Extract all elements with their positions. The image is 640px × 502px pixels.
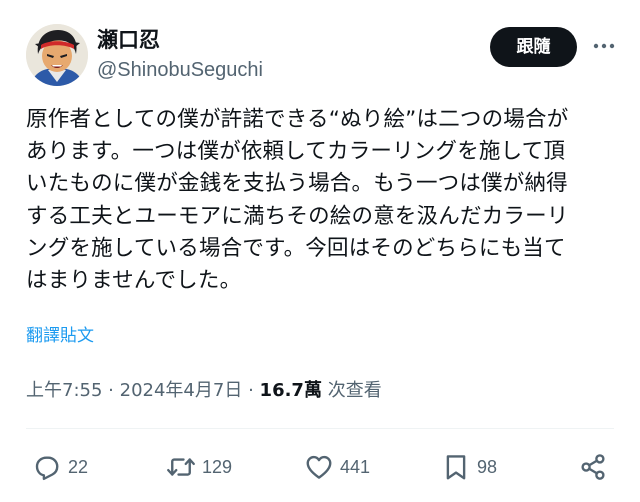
follow-button[interactable]: 跟隨: [490, 27, 577, 67]
share-icon: [581, 454, 605, 480]
meta-separator: ·: [248, 380, 254, 401]
more-horizontal-icon[interactable]: [592, 36, 616, 56]
reply-count: 22: [68, 456, 89, 477]
retweet-button[interactable]: 129: [166, 450, 232, 484]
like-count: 441: [340, 456, 371, 477]
post-date[interactable]: 2024年4月7日: [120, 380, 243, 401]
tweet-text-line: はまりませんでした。: [26, 268, 242, 294]
tweet-text-line: 原作者としての僕が許諾できる“ぬり絵”は二つの場合が: [26, 107, 569, 132]
bookmark-count: 98: [477, 456, 498, 477]
retweet-count: 129: [202, 456, 233, 477]
manga-character-avatar-icon: [26, 24, 88, 86]
divider: [26, 428, 614, 429]
tweet-text-line: する工夫とユーモアに満ちその絵の意を汲んだカラーリ: [26, 203, 569, 229]
tweet-meta: 上午7:55 · 2024年4月7日 · 16.7萬 次查看: [26, 378, 382, 404]
action-bar: 22 129 441 98: [0, 450, 640, 484]
bookmark-icon: [446, 455, 466, 480]
views-label: 次查看: [327, 380, 382, 401]
meta-separator: ·: [108, 380, 114, 401]
tweet-header: 瀬口忍 @ShinobuSeguchi 跟隨: [26, 24, 616, 88]
translate-post-link[interactable]: 翻譯貼文: [26, 324, 94, 348]
reply-button[interactable]: 22: [32, 450, 88, 484]
like-button[interactable]: 441: [304, 450, 370, 484]
display-name[interactable]: 瀬口忍: [97, 27, 263, 53]
bookmark-button[interactable]: 98: [441, 450, 497, 484]
author-block: 瀬口忍 @ShinobuSeguchi: [97, 27, 263, 83]
tweet-text-line: あります。一つは僕が依頼してカラーリングを施して頂: [26, 139, 566, 165]
tweet-text-line: ングを施している場合です。今回はそのどちらにも当て: [26, 235, 566, 261]
tweet-text-line: いたものに僕が金銭を支払う場合。もう一つは僕が納得: [26, 171, 568, 197]
views-count: 16.7萬: [259, 380, 322, 401]
user-handle[interactable]: @ShinobuSeguchi: [97, 57, 263, 83]
share-button[interactable]: [578, 450, 608, 484]
tweet-text: 原作者としての僕が許諾できる“ぬり絵”は二つの場合が あります。一つは僕が依頼し…: [26, 104, 614, 297]
heart-icon: [306, 455, 332, 479]
avatar[interactable]: [26, 24, 88, 86]
reply-icon: [35, 456, 59, 481]
retweet-icon: [167, 458, 195, 476]
post-time[interactable]: 上午7:55: [26, 380, 102, 401]
